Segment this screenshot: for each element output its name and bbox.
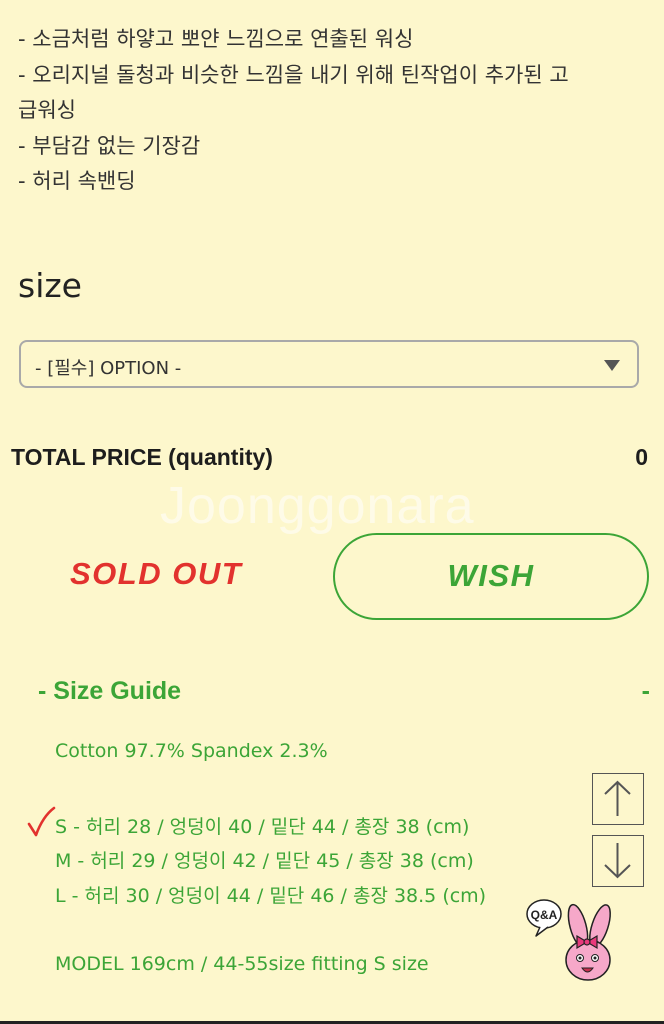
description-line: - 허리 속밴딩	[18, 169, 136, 193]
size-row-m: M - 허리 29 / 엉덩이 42 / 밑단 45 / 총장 38 (cm)	[55, 850, 474, 872]
total-price-label: TOTAL PRICE (quantity)	[11, 444, 273, 470]
wish-button[interactable]: WISH	[333, 533, 649, 620]
description-line: - 부담감 없는 기장감	[18, 133, 201, 158]
model-info: MODEL 169cm / 44-55size fitting S size	[55, 953, 429, 975]
watermark: Joonggonara	[160, 477, 475, 535]
size-row-l: L - 허리 30 / 엉덩이 44 / 밑단 46 / 총장 38.5 (cm…	[55, 885, 487, 907]
scroll-down-button[interactable]	[592, 835, 644, 887]
size-guide-toggle[interactable]: -	[642, 677, 650, 706]
description-line: - 오리지널 돌청과 비슷한 느낌을 내기 위해 틴작업이 추가된 고	[18, 62, 569, 87]
fabric-composition: Cotton 97.7% Spandex 2.3%	[55, 740, 328, 762]
qa-badge[interactable]: Q&A	[524, 896, 616, 986]
sold-out-label: SOLD OUT	[70, 556, 243, 591]
wish-button-label: WISH	[447, 558, 535, 593]
total-price-value: 0	[635, 444, 648, 470]
description-line: 급워싱	[18, 98, 76, 122]
option-select[interactable]: - [필수] OPTION -	[19, 340, 639, 388]
qa-badge-text: Q&A	[531, 908, 558, 922]
size-guide-title[interactable]: - Size Guide	[38, 677, 181, 706]
bunny-mascot-icon: Q&A	[526, 899, 611, 981]
scroll-up-button[interactable]	[592, 773, 644, 825]
arrow-down-icon	[604, 843, 631, 879]
checkmark-icon	[27, 806, 56, 837]
option-select-value: - [필수] OPTION -	[35, 358, 182, 379]
arrow-up-icon	[604, 780, 631, 816]
description-line: - 소금처럼 하얗고 뽀얀 느낌으로 연출된 워싱	[18, 27, 414, 51]
product-description: - 소금처럼 하얗고 뽀얀 느낌으로 연출된 워싱 - 오리지널 돌청과 비슷한…	[18, 22, 648, 200]
caret-down-icon	[604, 360, 620, 371]
size-heading: size	[18, 266, 82, 305]
size-row-s: S - 허리 28 / 엉덩이 40 / 밑단 44 / 총장 38 (cm)	[55, 816, 470, 838]
